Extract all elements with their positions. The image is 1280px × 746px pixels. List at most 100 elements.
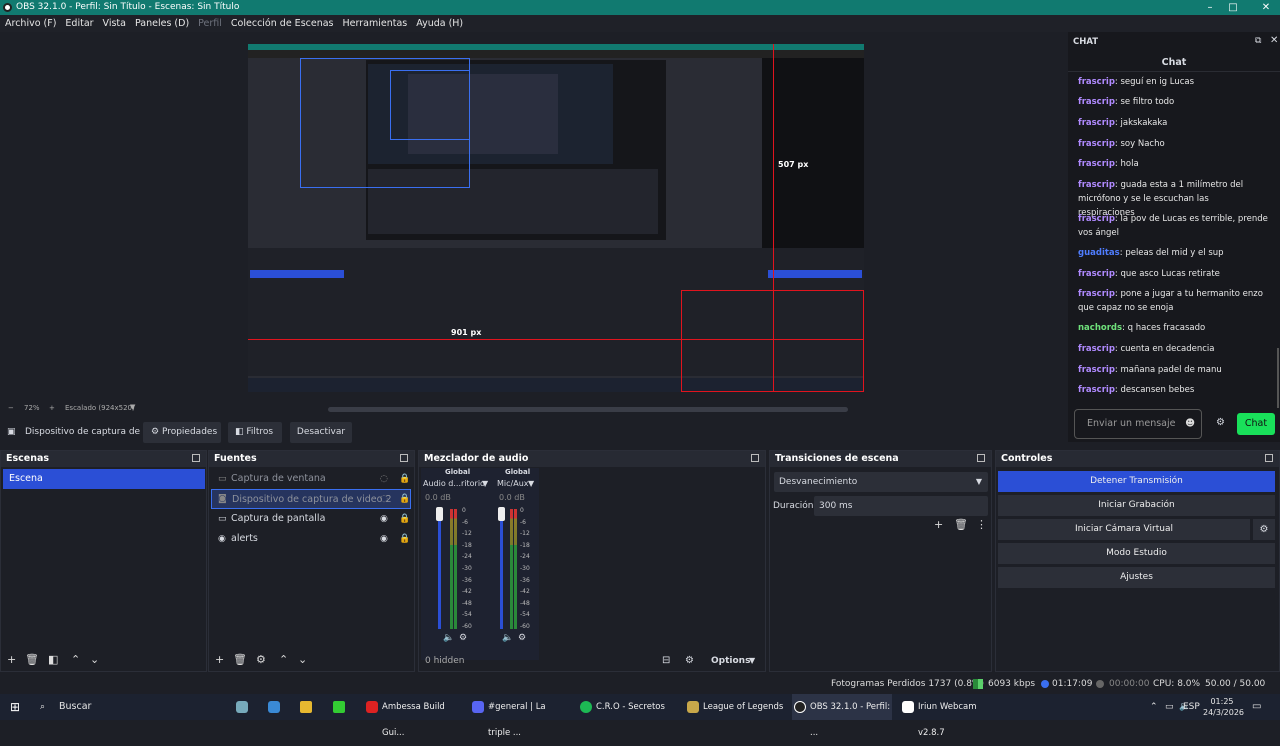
filters-button[interactable]: ◧ Filtros (228, 422, 282, 443)
menu-scene-collection[interactable]: Colección de Escenas (231, 15, 334, 32)
menu-file[interactable]: Archivo (F) (5, 15, 56, 32)
channel-2-fader-handle[interactable] (498, 507, 505, 521)
eye-icon[interactable]: ◉ (380, 534, 388, 544)
zoom-out-button[interactable]: − (8, 404, 14, 412)
scene-filters-icon[interactable]: ◧ (48, 653, 58, 666)
scale-dropdown-icon[interactable]: ▼ (130, 403, 135, 411)
dock-float-icon[interactable] (751, 454, 759, 462)
virtual-camera-settings-icon[interactable]: ⚙ (1253, 519, 1275, 540)
taskbar-app[interactable]: Iriun Webcam v2.8.7 (900, 694, 1000, 738)
emote-icon[interactable]: ☻ (1185, 410, 1195, 438)
studio-mode-button[interactable]: Modo Estudio (998, 543, 1275, 564)
properties-button[interactable]: ⚙ Propiedades (143, 422, 221, 443)
layout-icon[interactable]: ⊟ (662, 655, 670, 666)
channel-2-settings-icon[interactable]: ⚙ (518, 633, 526, 643)
app-icon[interactable] (236, 701, 248, 713)
start-recording-button[interactable]: Iniciar Grabación (998, 495, 1275, 516)
channel-2-menu-icon[interactable]: ▼ (528, 479, 534, 488)
channel-1-fader[interactable] (438, 509, 441, 629)
lock-icon[interactable]: 🔒 (399, 514, 410, 524)
add-scene-icon[interactable]: + (7, 653, 16, 666)
move-up-icon[interactable]: ⌃ (71, 653, 80, 666)
preview-scrollbar[interactable] (328, 407, 848, 412)
taskbar-app[interactable]: Ambessa Build Gui... (364, 694, 464, 738)
advanced-audio-icon[interactable]: ⚙ (685, 655, 694, 666)
options-dropdown-icon[interactable]: ▼ (749, 656, 755, 665)
dock-float-icon[interactable] (400, 454, 408, 462)
remove-transition-icon[interactable]: 🗑 (954, 518, 968, 531)
move-up-icon[interactable]: ⌃ (279, 653, 288, 666)
source-properties-icon[interactable]: ⚙ (256, 653, 266, 666)
move-down-icon[interactable]: ⌄ (90, 653, 99, 666)
duration-label: Duración (773, 501, 814, 511)
menu-edit[interactable]: Editar (65, 15, 93, 32)
start-virtual-camera-button[interactable]: Iniciar Cámara Virtual (998, 519, 1250, 540)
channel-1-mute-icon[interactable]: 🔈 (443, 633, 454, 643)
more-options-icon[interactable]: ⋮ (976, 518, 987, 531)
duration-input[interactable]: 300 ms (814, 496, 988, 516)
maximize-button[interactable]: □ (1219, 0, 1247, 15)
taskbar-app[interactable]: #general | La triple ... (470, 694, 570, 738)
eye-hidden-icon[interactable]: ◌ (380, 494, 388, 504)
remove-source-icon[interactable]: 🗑 (233, 653, 247, 666)
channel-2-scale: 0 -6 -12 -18 -24 -30 -36 -42 -48 -54 -60 (520, 507, 530, 630)
menu-tools[interactable]: Herramientas (343, 15, 408, 32)
lock-icon[interactable]: 🔒 (399, 474, 410, 484)
taskbar-search[interactable]: ⌕ Buscar (34, 694, 224, 720)
menu-view[interactable]: Vista (103, 15, 126, 32)
menu-profile[interactable]: Perfil (198, 15, 222, 32)
zoom-in-button[interactable]: + (49, 404, 55, 412)
tray-chevron-icon[interactable]: ⌃ (1150, 694, 1158, 720)
deactivate-button[interactable]: Desactivar (290, 422, 352, 443)
channel-2-fader[interactable] (500, 509, 503, 629)
network-icon[interactable]: ▭ (1165, 694, 1174, 720)
chat-scrollbar[interactable] (1277, 348, 1279, 408)
dock-float-icon[interactable] (1265, 454, 1273, 462)
chat-settings-icon[interactable]: ⚙ (1216, 417, 1225, 428)
windows-start-icon[interactable]: ⊞ (10, 694, 20, 720)
folder-icon[interactable] (300, 701, 312, 713)
sources-title: Fuentes (209, 451, 414, 467)
source-label: alerts (231, 533, 258, 544)
close-button[interactable]: ✕ (1252, 0, 1280, 15)
window-icon: ▭ (218, 474, 227, 484)
channel-1-fader-handle[interactable] (436, 507, 443, 521)
preview-capture[interactable]: 507 px 901 px (248, 44, 864, 392)
remove-scene-icon[interactable]: 🗑 (25, 653, 39, 666)
transition-select[interactable]: Desvanecimiento ▼ (774, 472, 988, 492)
options-button[interactable]: Options (711, 656, 750, 666)
add-source-icon[interactable]: + (215, 653, 224, 666)
scene-item[interactable]: Escena (3, 469, 205, 489)
app-icon (366, 701, 378, 713)
taskbar: ⊞ ⌕ Buscar Ambessa Build Gui... #general … (0, 694, 1280, 738)
move-down-icon[interactable]: ⌄ (298, 653, 307, 666)
channel-1-menu-icon[interactable]: ▼ (482, 479, 488, 488)
channel-1-settings-icon[interactable]: ⚙ (459, 633, 467, 643)
channel-1-meter (450, 509, 453, 629)
channel-2-mute-icon[interactable]: 🔈 (502, 633, 513, 643)
eye-icon[interactable]: ◉ (380, 514, 388, 524)
dock-float-icon[interactable] (977, 454, 985, 462)
close-icon[interactable]: ✕ (1270, 35, 1278, 46)
taskbar-app-active[interactable]: OBS 32.1.0 - Perfil: ... (792, 694, 892, 738)
dock-float-icon[interactable] (192, 454, 200, 462)
clock[interactable]: 01:25 24/3/2026 (1203, 696, 1244, 718)
taskbar-app[interactable]: C.R.O - Secretos (578, 694, 678, 720)
minecraft-icon[interactable] (333, 701, 345, 713)
eye-hidden-icon[interactable]: ◌ (380, 474, 388, 484)
notifications-icon[interactable]: ▭ (1252, 694, 1261, 720)
stop-streaming-button[interactable]: Detener Transmisión (998, 471, 1275, 492)
app-icon[interactable] (268, 701, 280, 713)
add-transition-icon[interactable]: + (934, 518, 943, 531)
chat-message-input[interactable]: Enviar un mensaje ☻ (1074, 409, 1202, 439)
taskbar-app[interactable]: League of Legends (685, 694, 785, 720)
chat-send-button[interactable]: Chat (1237, 413, 1275, 435)
settings-button[interactable]: Ajustes (998, 567, 1275, 588)
scenes-title: Escenas (1, 451, 206, 467)
language[interactable]: ESP (1183, 694, 1200, 720)
lock-icon[interactable]: 🔒 (399, 534, 410, 544)
lock-icon[interactable]: 🔒 (399, 494, 410, 504)
menu-docks[interactable]: Paneles (D) (135, 15, 189, 32)
dock-float-icon[interactable]: ⧉ (1255, 36, 1261, 46)
menu-help[interactable]: Ayuda (H) (416, 15, 463, 32)
